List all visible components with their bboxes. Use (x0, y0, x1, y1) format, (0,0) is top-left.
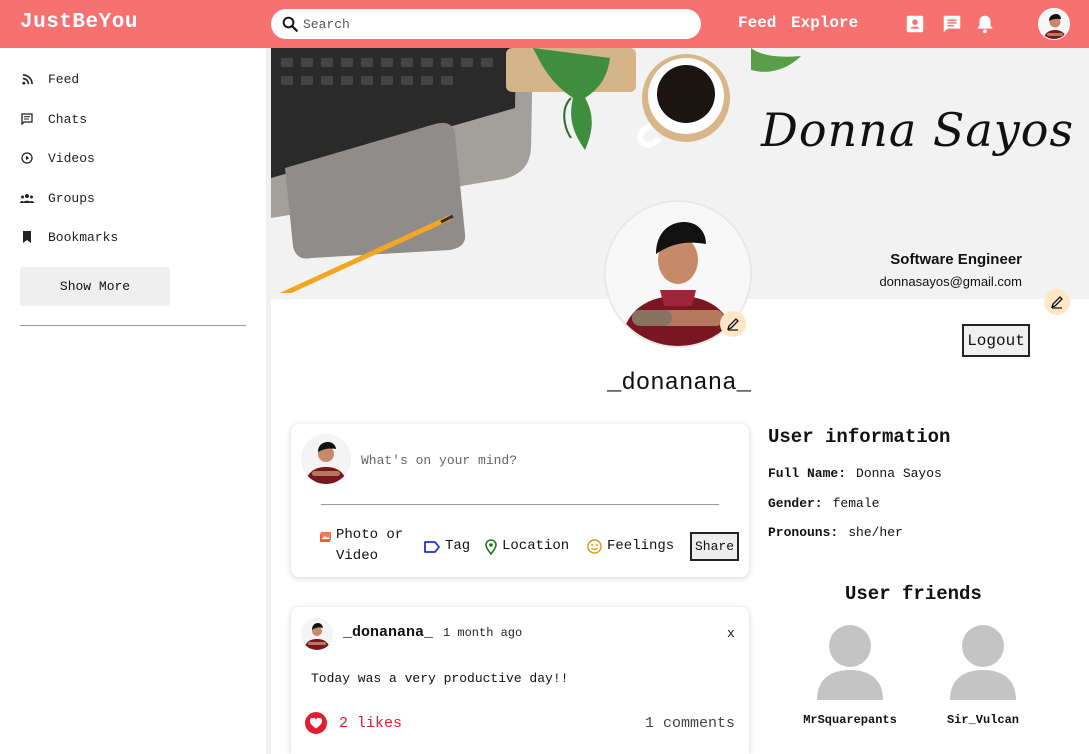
gender-row: Gender: female (768, 496, 879, 511)
post-author-name[interactable]: _donanana_ (343, 624, 433, 641)
sidebar-item-label: Bookmarks (48, 229, 119, 245)
gender-label: Gender: (768, 496, 823, 511)
tag-button[interactable]: Tag (424, 536, 470, 557)
sidebar-item-label: Feed (48, 71, 80, 87)
chat-icon (20, 112, 34, 126)
profile-username: _donanana_ (606, 370, 752, 397)
heart-icon (310, 717, 322, 728)
default-avatar-icon (817, 625, 883, 700)
sidebar-item-bookmarks[interactable]: Bookmarks (20, 226, 118, 248)
app-logo[interactable]: JustBeYou (20, 11, 138, 34)
whats-on-your-mind-input[interactable] (361, 451, 721, 469)
sidebar: Feed Chats Videos Groups Bookmarks Show … (0, 48, 266, 754)
play-circle-icon (20, 151, 34, 165)
post-composer: Photo or Video Tag Location Feelings Shar… (291, 424, 749, 577)
sidebar-divider (20, 325, 246, 326)
sidebar-item-groups[interactable]: Groups (20, 187, 95, 209)
cover-signature: Donna Sayos (761, 103, 1075, 157)
user-avatar[interactable] (1038, 8, 1070, 40)
sidebar-item-chats[interactable]: Chats (20, 108, 87, 130)
full-name-row: Full Name: Donna Sayos (768, 466, 942, 481)
email-text: donnasayos@gmail.com (879, 274, 1022, 289)
chat-icon[interactable] (941, 13, 963, 35)
photo-label-line2: Video (336, 548, 379, 564)
post-author-avatar[interactable] (301, 618, 333, 650)
feelings-button[interactable]: Feelings (587, 536, 674, 557)
nav-feed-link[interactable]: Feed (738, 14, 776, 32)
friend-name: Sir_Vulcan (946, 713, 1019, 727)
comments-count[interactable]: 1 comments (645, 715, 735, 732)
friend-card[interactable]: MrSquarepants (795, 624, 905, 727)
pronouns-label: Pronouns: (768, 525, 839, 540)
user-information-title: User information (768, 426, 951, 448)
user-friends-title: User friends (845, 583, 982, 605)
sidebar-item-videos[interactable]: Videos (20, 147, 95, 169)
job-title: Software Engineer (890, 251, 1022, 268)
composer-divider (321, 504, 719, 505)
composer-avatar (301, 434, 351, 484)
feelings-label: Feelings (607, 538, 675, 554)
gender-value: female (832, 496, 880, 511)
group-icon (20, 191, 34, 205)
location-label: Location (502, 538, 570, 554)
tag-icon (424, 540, 440, 553)
friend-name: MrSquarepants (803, 713, 897, 727)
like-button[interactable] (305, 712, 327, 734)
photo-label-line1: Photo or (336, 527, 404, 543)
pencil-icon (726, 318, 739, 331)
sidebar-item-label: Groups (48, 190, 95, 206)
pronouns-row: Pronouns: she/her (768, 525, 903, 540)
search-bar[interactable] (271, 9, 701, 39)
top-navbar: JustBeYou Feed Explore (0, 0, 1089, 48)
location-button[interactable]: Location (485, 536, 569, 557)
show-more-button[interactable]: Show More (20, 267, 170, 306)
search-input[interactable] (303, 15, 683, 33)
sidebar-item-label: Chats (48, 111, 88, 127)
pronouns-value: she/her (848, 525, 903, 540)
search-icon (282, 16, 298, 32)
pencil-icon (1050, 296, 1063, 309)
likes-count[interactable]: 2 likes (339, 715, 402, 732)
sidebar-item-feed[interactable]: Feed (20, 68, 79, 90)
full-name-value: Donna Sayos (856, 466, 942, 481)
edit-profile-picture-button[interactable] (720, 311, 746, 337)
sidebar-item-label: Videos (48, 150, 95, 166)
logout-button[interactable]: Logout (962, 324, 1030, 357)
post-timestamp: 1 month ago (443, 626, 523, 640)
bookmark-icon (20, 230, 34, 244)
photo-video-button[interactable]: Photo or Video (320, 525, 403, 567)
friend-card[interactable]: Sir_Vulcan (928, 624, 1038, 727)
contact-card-icon[interactable] (904, 13, 926, 35)
photo-icon (320, 532, 331, 542)
share-button[interactable]: Share (690, 532, 739, 561)
full-name-label: Full Name: (768, 466, 847, 481)
smiley-icon (587, 539, 602, 554)
nav-explore-link[interactable]: Explore (791, 14, 858, 32)
tag-label: Tag (445, 538, 471, 554)
default-avatar-icon (950, 625, 1016, 700)
delete-post-button[interactable]: x (727, 626, 735, 641)
notification-bell-icon[interactable] (974, 13, 996, 35)
rss-icon (20, 72, 34, 86)
edit-cover-button[interactable] (1044, 289, 1070, 315)
location-pin-icon (485, 538, 497, 555)
post-card: _donanana_ 1 month ago x Today was a ver… (291, 607, 749, 754)
post-text: Today was a very productive day!! (311, 671, 569, 686)
